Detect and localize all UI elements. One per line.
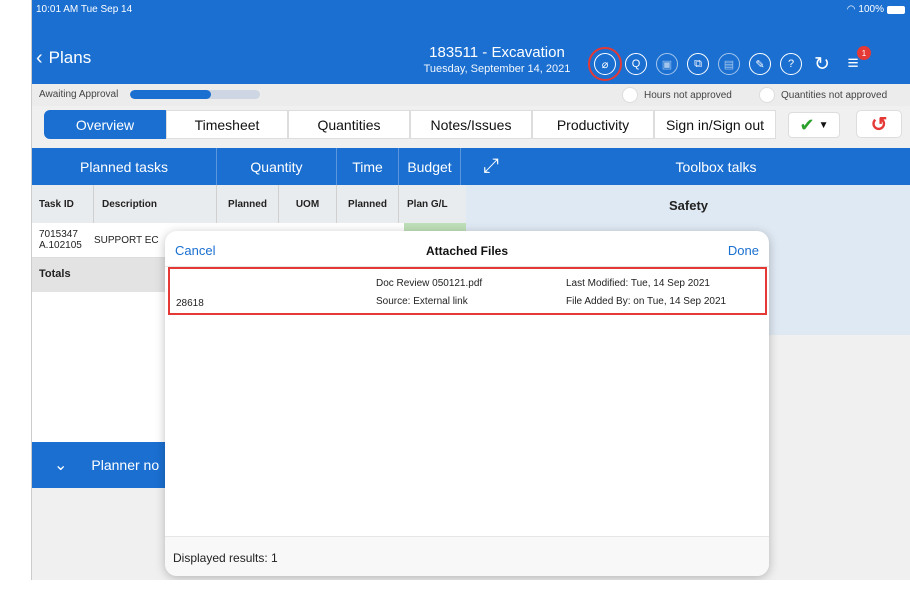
file-name: Doc Review 050121.pdf	[376, 278, 483, 289]
attached-files-modal: Cancel Attached Files Done 28618 Doc Rev…	[165, 231, 769, 576]
modal-header: Cancel Attached Files Done	[165, 231, 769, 267]
file-added-by: File Added By: on Tue, 14 Sep 2021	[566, 296, 727, 307]
file-source: Source: External link	[376, 296, 468, 307]
modal-title: Attached Files	[425, 244, 509, 258]
modal-footer: Displayed results: 1	[165, 536, 769, 576]
ipad-app: 10:01 AM Tue Sep 14 ◠ 100% ‹ Plans 18351…	[31, 0, 910, 580]
screen: 10:01 AM Tue Sep 14 ◠ 100% ‹ Plans 18351…	[0, 0, 910, 589]
done-button[interactable]: Done	[728, 243, 759, 258]
file-id: 28618	[176, 298, 204, 309]
results-count: Displayed results: 1	[173, 551, 278, 565]
file-row[interactable]: 28618 Doc Review 050121.pdf Source: Exte…	[168, 267, 767, 315]
file-last-modified: Last Modified: Tue, 14 Sep 2021	[566, 278, 710, 289]
